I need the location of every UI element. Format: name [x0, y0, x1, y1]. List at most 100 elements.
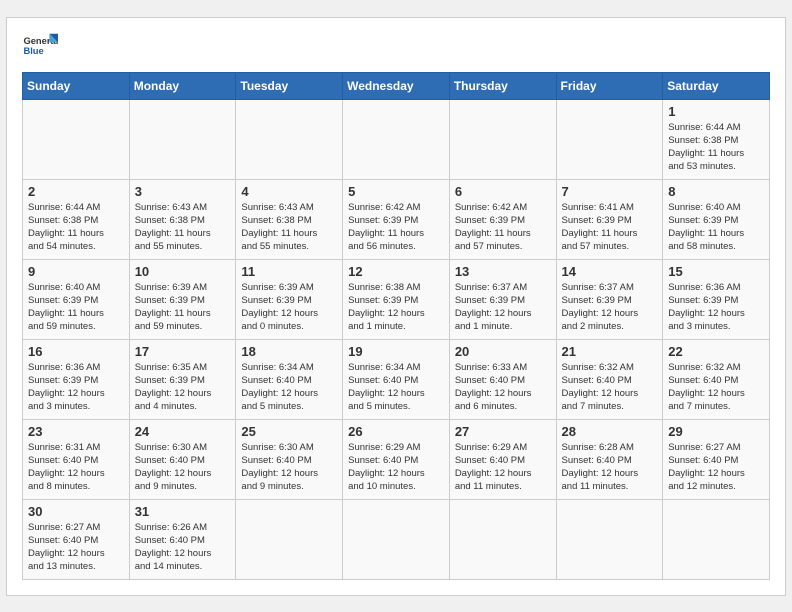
day-info: Sunrise: 6:37 AM Sunset: 6:39 PM Dayligh… — [455, 281, 551, 334]
weekday-header-thursday: Thursday — [449, 72, 556, 99]
day-number: 16 — [28, 344, 124, 359]
calendar-cell: 12 Sunrise: 6:38 AM Sunset: 6:39 PM Dayli… — [343, 259, 450, 339]
day-number: 10 — [135, 264, 231, 279]
calendar-cell: 10 Sunrise: 6:39 AM Sunset: 6:39 PM Dayli… — [129, 259, 236, 339]
day-number: 11 — [241, 264, 337, 279]
calendar-cell: 18 Sunrise: 6:34 AM Sunset: 6:40 PM Dayli… — [236, 339, 343, 419]
calendar-cell — [663, 499, 770, 579]
week-row-0: 1Sunrise: 6:44 AM Sunset: 6:38 PM Daylig… — [23, 99, 770, 179]
weekday-header-row: SundayMondayTuesdayWednesdayThursdayFrid… — [23, 72, 770, 99]
day-number: 30 — [28, 504, 124, 519]
day-info: Sunrise: 6:44 AM Sunset: 6:38 PM Dayligh… — [28, 201, 124, 254]
calendar-cell: 27 Sunrise: 6:29 AM Sunset: 6:40 PM Dayli… — [449, 419, 556, 499]
day-number: 17 — [135, 344, 231, 359]
calendar-cell: 21 Sunrise: 6:32 AM Sunset: 6:40 PM Dayli… — [556, 339, 663, 419]
day-info: Sunrise: 6:35 AM Sunset: 6:39 PM Dayligh… — [135, 361, 231, 414]
calendar-cell — [236, 99, 343, 179]
weekday-header-saturday: Saturday — [663, 72, 770, 99]
calendar-cell: 3Sunrise: 6:43 AM Sunset: 6:38 PM Daylig… — [129, 179, 236, 259]
weekday-header-wednesday: Wednesday — [343, 72, 450, 99]
calendar-cell: 6Sunrise: 6:42 AM Sunset: 6:39 PM Daylig… — [449, 179, 556, 259]
day-number: 28 — [562, 424, 658, 439]
day-info: Sunrise: 6:39 AM Sunset: 6:39 PM Dayligh… — [241, 281, 337, 334]
day-info: Sunrise: 6:43 AM Sunset: 6:38 PM Dayligh… — [135, 201, 231, 254]
day-info: Sunrise: 6:42 AM Sunset: 6:39 PM Dayligh… — [348, 201, 444, 254]
calendar-cell — [556, 99, 663, 179]
calendar-cell — [343, 99, 450, 179]
calendar-cell: 29 Sunrise: 6:27 AM Sunset: 6:40 PM Dayli… — [663, 419, 770, 499]
day-number: 5 — [348, 184, 444, 199]
day-info: Sunrise: 6:28 AM Sunset: 6:40 PM Dayligh… — [562, 441, 658, 494]
day-number: 8 — [668, 184, 764, 199]
header-section: General Blue — [22, 28, 770, 64]
day-number: 15 — [668, 264, 764, 279]
day-number: 31 — [135, 504, 231, 519]
day-info: Sunrise: 6:29 AM Sunset: 6:40 PM Dayligh… — [455, 441, 551, 494]
day-info: Sunrise: 6:36 AM Sunset: 6:39 PM Dayligh… — [28, 361, 124, 414]
calendar-cell: 17 Sunrise: 6:35 AM Sunset: 6:39 PM Dayli… — [129, 339, 236, 419]
calendar-cell — [23, 99, 130, 179]
week-row-4: 23Sunrise: 6:31 AM Sunset: 6:40 PM Dayli… — [23, 419, 770, 499]
day-number: 2 — [28, 184, 124, 199]
calendar-cell: 13 Sunrise: 6:37 AM Sunset: 6:39 PM Dayli… — [449, 259, 556, 339]
day-info: Sunrise: 6:30 AM Sunset: 6:40 PM Dayligh… — [241, 441, 337, 494]
calendar-cell: 26Sunrise: 6:29 AM Sunset: 6:40 PM Dayli… — [343, 419, 450, 499]
weekday-header-tuesday: Tuesday — [236, 72, 343, 99]
day-number: 22 — [668, 344, 764, 359]
day-number: 4 — [241, 184, 337, 199]
day-info: Sunrise: 6:27 AM Sunset: 6:40 PM Dayligh… — [28, 521, 124, 574]
calendar-cell: 22Sunrise: 6:32 AM Sunset: 6:40 PM Dayli… — [663, 339, 770, 419]
weekday-header-monday: Monday — [129, 72, 236, 99]
day-info: Sunrise: 6:40 AM Sunset: 6:39 PM Dayligh… — [28, 281, 124, 334]
calendar-table: SundayMondayTuesdayWednesdayThursdayFrid… — [22, 72, 770, 580]
day-info: Sunrise: 6:38 AM Sunset: 6:39 PM Dayligh… — [348, 281, 444, 334]
calendar-cell: 19 Sunrise: 6:34 AM Sunset: 6:40 PM Dayli… — [343, 339, 450, 419]
day-number: 19 — [348, 344, 444, 359]
calendar-cell: 11 Sunrise: 6:39 AM Sunset: 6:39 PM Dayli… — [236, 259, 343, 339]
day-number: 21 — [562, 344, 658, 359]
day-number: 25 — [241, 424, 337, 439]
calendar-cell — [449, 499, 556, 579]
calendar-cell: 7Sunrise: 6:41 AM Sunset: 6:39 PM Daylig… — [556, 179, 663, 259]
day-info: Sunrise: 6:33 AM Sunset: 6:40 PM Dayligh… — [455, 361, 551, 414]
day-info: Sunrise: 6:39 AM Sunset: 6:39 PM Dayligh… — [135, 281, 231, 334]
week-row-2: 9Sunrise: 6:40 AM Sunset: 6:39 PM Daylig… — [23, 259, 770, 339]
day-number: 27 — [455, 424, 551, 439]
week-row-3: 16 Sunrise: 6:36 AM Sunset: 6:39 PM Dayli… — [23, 339, 770, 419]
day-info: Sunrise: 6:26 AM Sunset: 6:40 PM Dayligh… — [135, 521, 231, 574]
day-number: 26 — [348, 424, 444, 439]
svg-text:Blue: Blue — [23, 45, 43, 55]
calendar-cell: 28 Sunrise: 6:28 AM Sunset: 6:40 PM Dayli… — [556, 419, 663, 499]
calendar-cell: 25 Sunrise: 6:30 AM Sunset: 6:40 PM Dayli… — [236, 419, 343, 499]
week-row-1: 2 Sunrise: 6:44 AM Sunset: 6:38 PM Daylig… — [23, 179, 770, 259]
day-number: 20 — [455, 344, 551, 359]
day-number: 18 — [241, 344, 337, 359]
calendar-cell: 4Sunrise: 6:43 AM Sunset: 6:38 PM Daylig… — [236, 179, 343, 259]
day-number: 29 — [668, 424, 764, 439]
calendar-cell: 9Sunrise: 6:40 AM Sunset: 6:39 PM Daylig… — [23, 259, 130, 339]
calendar-cell: 20 Sunrise: 6:33 AM Sunset: 6:40 PM Dayli… — [449, 339, 556, 419]
day-number: 24 — [135, 424, 231, 439]
day-number: 13 — [455, 264, 551, 279]
calendar-cell — [236, 499, 343, 579]
calendar-cell: 30 Sunrise: 6:27 AM Sunset: 6:40 PM Dayli… — [23, 499, 130, 579]
calendar-cell — [343, 499, 450, 579]
weekday-header-friday: Friday — [556, 72, 663, 99]
calendar-cell: 16 Sunrise: 6:36 AM Sunset: 6:39 PM Dayli… — [23, 339, 130, 419]
day-info: Sunrise: 6:37 AM Sunset: 6:39 PM Dayligh… — [562, 281, 658, 334]
day-number: 12 — [348, 264, 444, 279]
day-info: Sunrise: 6:31 AM Sunset: 6:40 PM Dayligh… — [28, 441, 124, 494]
day-info: Sunrise: 6:36 AM Sunset: 6:39 PM Dayligh… — [668, 281, 764, 334]
calendar-cell — [556, 499, 663, 579]
week-row-5: 30 Sunrise: 6:27 AM Sunset: 6:40 PM Dayli… — [23, 499, 770, 579]
day-number: 7 — [562, 184, 658, 199]
day-info: Sunrise: 6:32 AM Sunset: 6:40 PM Dayligh… — [562, 361, 658, 414]
calendar-cell — [449, 99, 556, 179]
calendar-cell: 5 Sunrise: 6:42 AM Sunset: 6:39 PM Daylig… — [343, 179, 450, 259]
day-number: 1 — [668, 104, 764, 119]
day-info: Sunrise: 6:34 AM Sunset: 6:40 PM Dayligh… — [348, 361, 444, 414]
day-info: Sunrise: 6:27 AM Sunset: 6:40 PM Dayligh… — [668, 441, 764, 494]
day-info: Sunrise: 6:34 AM Sunset: 6:40 PM Dayligh… — [241, 361, 337, 414]
day-info: Sunrise: 6:30 AM Sunset: 6:40 PM Dayligh… — [135, 441, 231, 494]
day-number: 14 — [562, 264, 658, 279]
